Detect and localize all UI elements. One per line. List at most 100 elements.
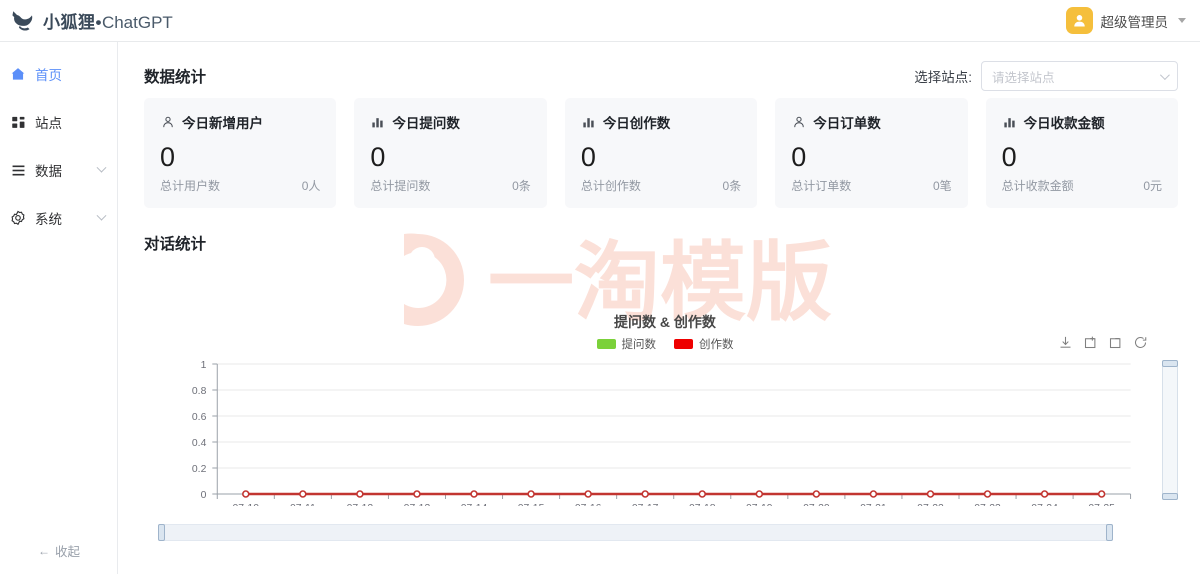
brand-title: 小狐狸•ChatGPT <box>43 8 173 33</box>
stat-card-foot-value: 0元 <box>1143 179 1163 193</box>
zoom-handle-top[interactable] <box>1162 360 1178 367</box>
stat-card-value: 0 <box>580 142 596 172</box>
site-picker: 选择站点: 请选择站点 <box>914 61 1178 91</box>
x-tick-label: 07-18 <box>689 503 716 506</box>
main-content: 数据统计 选择站点: 请选择站点 今日新增用户 0 总计用户数 0人 今日提问数… <box>118 42 1200 574</box>
sidebar-item-data[interactable]: 数据 <box>0 154 117 186</box>
site-select-placeholder: 请选择站点 <box>992 70 1055 85</box>
stats-header: 数据统计 选择站点: 请选择站点 <box>118 42 1200 91</box>
stat-card-header: 今日新增用户 <box>160 112 320 132</box>
x-tick-label: 07-10 <box>233 503 260 506</box>
zoom-handle-right[interactable] <box>1106 524 1113 541</box>
bar-chart-icon <box>370 115 385 130</box>
horizontal-data-zoom-slider[interactable] <box>158 524 1113 541</box>
stat-card-footer: 总计用户数 0人 <box>160 177 320 194</box>
zoom-handle-bottom[interactable] <box>1162 493 1178 500</box>
sidebar-menu: 首页 站点 数据 系统 <box>0 42 117 234</box>
stat-card-footer: 总计提问数 0条 <box>370 177 530 194</box>
stat-card-value: 0 <box>160 142 176 172</box>
sidebar-item-sites[interactable]: 站点 <box>0 106 117 138</box>
stat-card-header: 今日收款金额 <box>1002 112 1162 132</box>
stat-card-foot-label: 总计提问数 <box>370 179 431 193</box>
x-tick-label: 07-20 <box>803 503 830 506</box>
list-icon <box>10 162 26 178</box>
x-tick-label: 07-25 <box>1088 503 1115 506</box>
sidebar-item-home[interactable]: 首页 <box>0 58 117 90</box>
x-tick-label: 07-17 <box>632 503 659 506</box>
user-menu[interactable]: 超级管理员 <box>1065 7 1200 34</box>
stat-card: 今日订单数 0 总计订单数 0笔 <box>775 98 968 208</box>
x-tick-label: 07-15 <box>518 503 545 506</box>
chevron-down-icon <box>96 162 107 173</box>
stat-card: 今日提问数 0 总计提问数 0条 <box>354 98 547 208</box>
stat-card-footer: 总计订单数 0笔 <box>791 177 951 194</box>
top-bar: 小狐狸•ChatGPT 超级管理员 <box>0 0 1200 42</box>
x-tick-label: 07-16 <box>575 503 602 506</box>
zoom-handle-left[interactable] <box>158 524 165 541</box>
stat-card-header: 今日订单数 <box>791 112 951 132</box>
legend-item[interactable]: 提问数 <box>596 336 657 352</box>
stat-card-foot-value: 0条 <box>512 179 531 193</box>
avatar <box>1065 7 1093 34</box>
sidebar-item-label: 系统 <box>35 212 62 227</box>
fox-logo-icon <box>10 8 36 34</box>
download-icon[interactable] <box>1058 335 1073 350</box>
stat-card-foot-label: 总计创作数 <box>580 179 641 193</box>
stat-card-header: 今日提问数 <box>370 112 530 132</box>
brand-name: 小狐狸 <box>43 13 96 32</box>
zoom-restore-icon[interactable] <box>1108 335 1123 350</box>
caret-down-icon[interactable] <box>1178 18 1186 23</box>
legend-label: 创作数 <box>699 339 734 351</box>
user-name: 超级管理员 <box>1100 14 1169 30</box>
stat-cards: 今日新增用户 0 总计用户数 0人 今日提问数 0 总计提问数 0条 今日创作数… <box>118 88 1200 208</box>
x-tick-label: 07-21 <box>860 503 887 506</box>
stat-card-foot-label: 总计收款金额 <box>1001 179 1074 193</box>
stat-card-foot-label: 总计用户数 <box>160 179 221 193</box>
sidebar-item-label: 首页 <box>35 68 62 83</box>
refresh-icon[interactable] <box>1133 335 1148 350</box>
chevron-down-icon <box>1159 69 1170 80</box>
site-select[interactable]: 请选择站点 <box>981 61 1178 91</box>
sidebar: 首页 站点 数据 系统 ← 收起 <box>0 42 118 574</box>
stat-card-foot-value: 0条 <box>722 179 742 193</box>
legend-swatch-red <box>674 339 693 349</box>
stat-card-foot-label: 总计订单数 <box>791 179 852 193</box>
stat-card-title: 今日提问数 <box>392 116 460 131</box>
stat-card: 今日新增用户 0 总计用户数 0人 <box>144 98 337 208</box>
stat-card-value: 0 <box>1001 142 1017 172</box>
stat-card-foot-value: 0笔 <box>932 179 952 193</box>
chart-title: 提问数 & 创作数 <box>614 314 716 330</box>
brand[interactable]: 小狐狸•ChatGPT <box>0 8 173 34</box>
x-tick-label: 07-22 <box>917 503 944 506</box>
gear-icon <box>10 210 26 226</box>
stat-card-title: 今日收款金额 <box>1023 116 1105 131</box>
vertical-data-zoom-slider[interactable] <box>1162 360 1178 500</box>
legend-item[interactable]: 创作数 <box>674 336 734 352</box>
x-tick-label: 07-13 <box>404 503 431 506</box>
x-tick-label: 07-14 <box>461 503 488 506</box>
x-tick-label: 07-23 <box>974 503 1001 506</box>
site-picker-label: 选择站点: <box>914 70 972 85</box>
bar-chart-icon <box>1002 115 1017 130</box>
chart-x-labels: 07-10 07-11 07-12 07-13 07-14 07-15 07-1… <box>233 503 1116 506</box>
stat-card-footer: 总计收款金额 0元 <box>1002 177 1162 194</box>
stat-card-footer: 总计创作数 0条 <box>581 177 741 194</box>
chevron-down-icon <box>96 210 107 221</box>
zoom-select-icon[interactable] <box>1083 335 1098 350</box>
x-tick-label: 07-11 <box>290 503 316 506</box>
brand-suffix: ChatGPT <box>101 13 173 32</box>
user-icon <box>160 115 175 130</box>
chart-legend: 提问数 创作数 <box>140 336 1190 352</box>
stat-card-title: 今日创作数 <box>602 116 671 131</box>
stat-card-value: 0 <box>370 142 386 172</box>
sidebar-item-label: 数据 <box>35 164 62 179</box>
legend-label: 提问数 <box>621 339 657 351</box>
conversation-chart: 一淘模版 提问数 & 创作数 提问数 创作数 1 0.8 0.6 0.4 0.2… <box>140 233 1190 560</box>
stat-card-value: 0 <box>791 142 807 172</box>
sidebar-item-system[interactable]: 系统 <box>0 202 117 234</box>
user-icon <box>1073 15 1085 27</box>
chart-section-title: 对话统计 <box>144 236 207 253</box>
chart-toolbox <box>1058 335 1148 350</box>
sidebar-collapse-button[interactable]: ← 收起 <box>0 541 118 560</box>
x-tick-label: 07-19 <box>746 503 773 506</box>
